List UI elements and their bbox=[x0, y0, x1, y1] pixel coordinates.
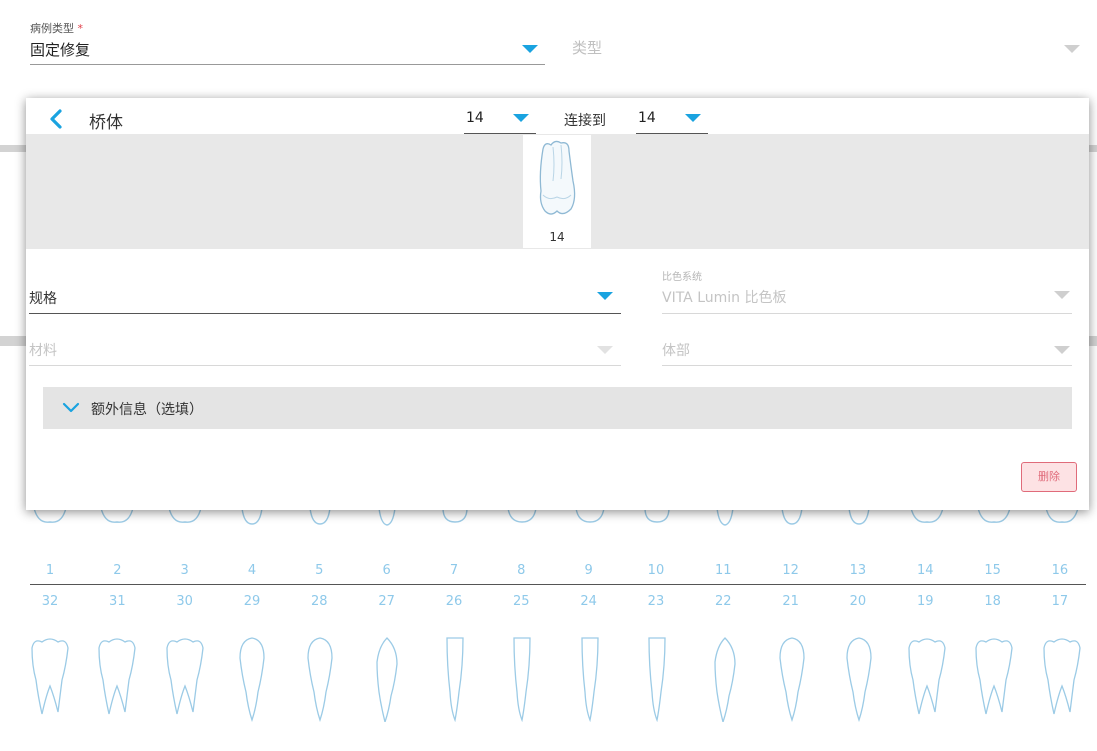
tooth-number[interactable]: 24 bbox=[569, 594, 609, 609]
tooth-number[interactable]: 22 bbox=[703, 594, 743, 609]
tooth-icon[interactable] bbox=[163, 636, 207, 722]
spec-label: 规格 bbox=[29, 291, 57, 307]
tooth-number[interactable]: 27 bbox=[367, 594, 407, 609]
pontic-dialog: 桥体 14 连接到 14 14 规格 比色系统 VITA Lumin 比色板 材… bbox=[26, 98, 1089, 510]
tooth-number[interactable]: 13 bbox=[838, 563, 878, 578]
tooth-icon[interactable] bbox=[905, 636, 949, 722]
lower-teeth-row bbox=[28, 636, 1084, 722]
tooth-number[interactable]: 14 bbox=[905, 563, 945, 578]
tooth-number[interactable]: 9 bbox=[569, 563, 609, 578]
selected-teeth-band: 14 bbox=[26, 134, 1089, 249]
tooth-number[interactable]: 28 bbox=[299, 594, 339, 609]
delete-button[interactable]: 删除 bbox=[1021, 462, 1077, 492]
material-label: 材料 bbox=[29, 343, 57, 359]
tooth-number[interactable]: 8 bbox=[501, 563, 541, 578]
triangle-down-icon bbox=[597, 346, 613, 354]
tooth-number[interactable]: 16 bbox=[1040, 563, 1080, 578]
tooth-icon[interactable] bbox=[365, 636, 409, 722]
upper-tooth-numbers: 1 2 3 4 5 6 7 8 9 10 11 12 13 14 15 16 bbox=[30, 563, 1080, 578]
tooth-number[interactable]: 10 bbox=[636, 563, 676, 578]
tooth-number[interactable]: 25 bbox=[501, 594, 541, 609]
tooth-number[interactable]: 15 bbox=[973, 563, 1013, 578]
tooth-icon[interactable] bbox=[568, 636, 612, 722]
selected-tooth-card[interactable]: 14 bbox=[523, 135, 591, 248]
required-mark: * bbox=[77, 22, 84, 35]
tooth-icon[interactable] bbox=[500, 636, 544, 722]
tooth-number[interactable]: 30 bbox=[165, 594, 205, 609]
tooth-number[interactable]: 11 bbox=[703, 563, 743, 578]
case-type-select[interactable]: 病例类型 * 固定修复 bbox=[30, 20, 545, 65]
spec-select[interactable]: 规格 bbox=[29, 270, 621, 314]
triangle-down-icon bbox=[1064, 45, 1080, 53]
triangle-down-icon bbox=[685, 114, 701, 122]
tooth-icon[interactable] bbox=[770, 636, 814, 722]
shade-system-label: 比色系统 bbox=[662, 272, 702, 283]
tooth-number[interactable]: 23 bbox=[636, 594, 676, 609]
tooth-icon[interactable] bbox=[28, 636, 72, 722]
tooth-number[interactable]: 3 bbox=[165, 563, 205, 578]
dialog-title: 桥体 bbox=[89, 113, 123, 133]
tooth-icon[interactable] bbox=[230, 636, 274, 722]
tooth-icon[interactable] bbox=[972, 636, 1016, 722]
material-select[interactable]: 材料 bbox=[29, 330, 621, 366]
tooth-number[interactable]: 5 bbox=[299, 563, 339, 578]
selected-tooth-number: 14 bbox=[549, 230, 565, 244]
from-tooth-select[interactable]: 14 bbox=[464, 98, 536, 134]
tooth-number[interactable]: 6 bbox=[367, 563, 407, 578]
tooth-icon[interactable] bbox=[433, 636, 477, 722]
tooth-number[interactable]: 12 bbox=[771, 563, 811, 578]
case-type-value: 固定修复 bbox=[30, 41, 91, 59]
lower-tooth-numbers: 32 31 30 29 28 27 26 25 24 23 22 21 20 1… bbox=[30, 594, 1080, 609]
tooth-icon bbox=[539, 140, 576, 215]
chevron-down-icon bbox=[62, 402, 80, 413]
body-label: 体部 bbox=[662, 343, 690, 359]
extra-info-label: 额外信息（选填） bbox=[91, 402, 203, 418]
dialog-header: 桥体 14 连接到 14 bbox=[26, 98, 1089, 134]
tooth-number[interactable]: 21 bbox=[771, 594, 811, 609]
chevron-left-icon bbox=[50, 109, 62, 129]
tooth-number[interactable]: 18 bbox=[973, 594, 1013, 609]
tooth-icon[interactable] bbox=[837, 636, 881, 722]
tooth-number[interactable]: 31 bbox=[97, 594, 137, 609]
tooth-number[interactable]: 32 bbox=[30, 594, 70, 609]
to-tooth-value: 14 bbox=[638, 110, 656, 126]
tooth-icon[interactable] bbox=[635, 636, 679, 722]
triangle-down-icon bbox=[1054, 346, 1070, 354]
tooth-number[interactable]: 17 bbox=[1040, 594, 1080, 609]
arch-divider bbox=[30, 584, 1086, 585]
tooth-icon[interactable] bbox=[298, 636, 342, 722]
tooth-number[interactable]: 19 bbox=[905, 594, 945, 609]
triangle-down-icon bbox=[513, 114, 529, 122]
triangle-down-icon bbox=[522, 45, 538, 53]
tooth-number[interactable]: 7 bbox=[434, 563, 474, 578]
tooth-number[interactable]: 4 bbox=[232, 563, 272, 578]
triangle-down-icon bbox=[1054, 291, 1070, 299]
tooth-number[interactable]: 29 bbox=[232, 594, 272, 609]
tooth-icon[interactable] bbox=[1040, 636, 1084, 722]
triangle-down-icon bbox=[597, 292, 613, 300]
tooth-icon[interactable] bbox=[95, 636, 139, 722]
case-type-label: 病例类型 bbox=[30, 22, 74, 35]
extra-info-toggle[interactable]: 额外信息（选填） bbox=[43, 387, 1072, 429]
shade-system-value: VITA Lumin 比色板 bbox=[662, 290, 787, 306]
from-tooth-value: 14 bbox=[466, 110, 484, 126]
back-button[interactable] bbox=[46, 108, 68, 130]
type-placeholder: 类型 bbox=[572, 39, 603, 57]
tooth-number[interactable]: 20 bbox=[838, 594, 878, 609]
tooth-number[interactable]: 2 bbox=[97, 563, 137, 578]
connect-to-label: 连接到 bbox=[564, 113, 606, 129]
tooth-number[interactable]: 26 bbox=[434, 594, 474, 609]
to-tooth-select[interactable]: 14 bbox=[636, 98, 708, 134]
tooth-icon[interactable] bbox=[703, 636, 747, 722]
body-select[interactable]: 体部 bbox=[662, 330, 1072, 366]
type-select[interactable]: 类型 bbox=[572, 20, 1085, 65]
shade-system-select[interactable]: 比色系统 VITA Lumin 比色板 bbox=[662, 260, 1072, 314]
tooth-number[interactable]: 1 bbox=[30, 563, 70, 578]
